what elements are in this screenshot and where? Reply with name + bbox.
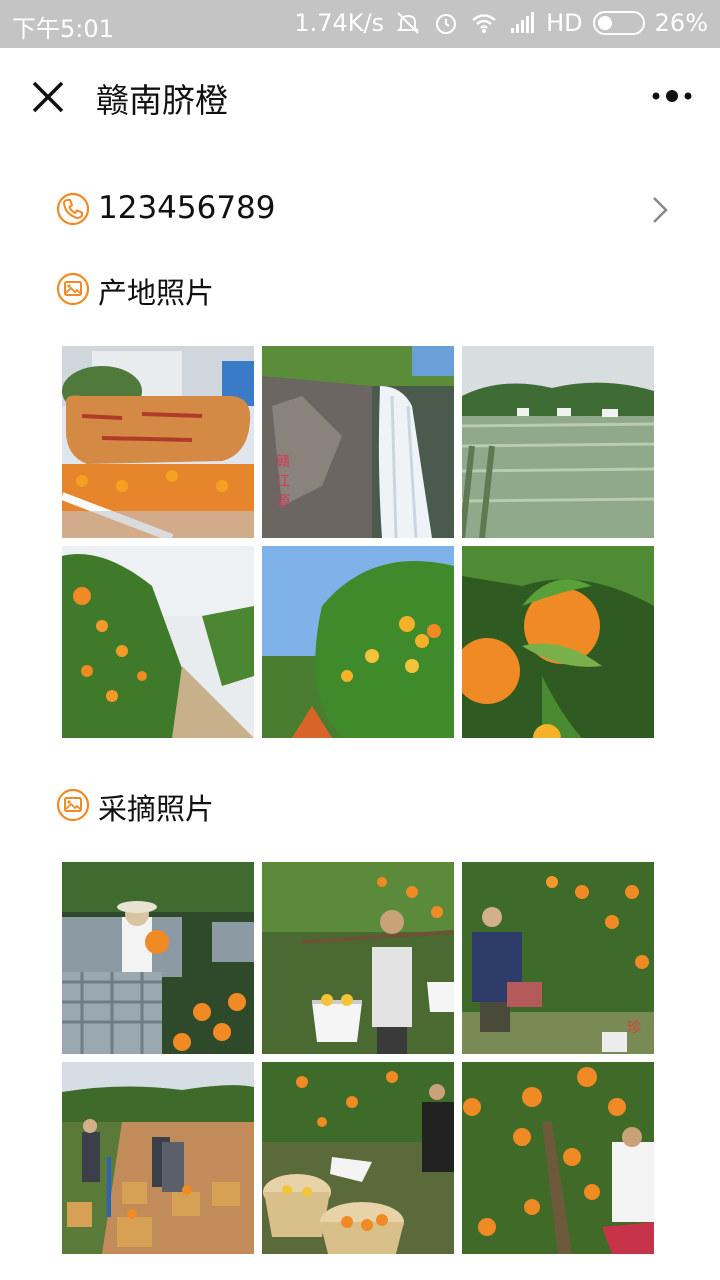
svg-text:赣: 赣 bbox=[276, 454, 290, 470]
photo-baskets-ground[interactable] bbox=[262, 1062, 454, 1254]
title-bar: 赣南脐橙 bbox=[0, 48, 720, 146]
phone-number: 123456789 bbox=[98, 190, 276, 226]
photo-crates-harvest[interactable] bbox=[62, 862, 254, 1054]
phone-icon bbox=[56, 192, 90, 226]
photo-carrying-baskets[interactable] bbox=[262, 862, 454, 1054]
page-title: 赣南脐橙 bbox=[96, 81, 228, 120]
section-origin-photos: 产地照片 bbox=[56, 264, 456, 314]
section-label: 采摘照片 bbox=[98, 792, 215, 826]
origin-photo-grid: 赣江源 bbox=[62, 346, 654, 738]
photo-rice-field[interactable] bbox=[462, 346, 654, 538]
svg-text:珍: 珍 bbox=[627, 1020, 641, 1036]
battery-percent: 26% bbox=[654, 9, 708, 37]
status-time: 下午5:01 bbox=[12, 15, 114, 43]
status-bar: 下午5:01 1.74K/s HD 26% bbox=[0, 0, 720, 48]
close-icon[interactable] bbox=[26, 75, 70, 119]
section-picking-photos: 采摘照片 bbox=[56, 780, 456, 830]
signal-icon bbox=[511, 12, 535, 33]
photo-farmer-orchard[interactable]: 珍 bbox=[462, 862, 654, 1054]
hd-label: HD bbox=[546, 9, 583, 37]
photo-picking-tree[interactable] bbox=[462, 1062, 654, 1254]
photo-orchard-row[interactable] bbox=[62, 546, 254, 738]
phone-row[interactable]: 123456789 bbox=[56, 184, 676, 234]
chevron-right-icon bbox=[653, 197, 668, 223]
photo-orange-closeup[interactable] bbox=[462, 546, 654, 738]
photo-monument-sign[interactable] bbox=[62, 346, 254, 538]
battery-icon bbox=[592, 11, 645, 35]
wifi-icon bbox=[472, 14, 496, 33]
section-label: 产地照片 bbox=[98, 276, 215, 310]
photo-orange-tree-sky[interactable] bbox=[262, 546, 454, 738]
more-dots-icon[interactable] bbox=[650, 78, 696, 114]
svg-text:源: 源 bbox=[276, 494, 290, 510]
alarm-icon bbox=[436, 14, 457, 34]
mute-icon bbox=[396, 12, 420, 34]
image-icon bbox=[56, 272, 90, 306]
network-speed: 1.74K/s bbox=[294, 9, 385, 37]
picking-photo-grid: 珍 bbox=[62, 862, 654, 1254]
photo-waterfall[interactable]: 赣江源 bbox=[262, 346, 454, 538]
image-icon bbox=[56, 788, 90, 822]
photo-field-baskets[interactable] bbox=[62, 1062, 254, 1254]
svg-text:江: 江 bbox=[276, 474, 290, 490]
status-right: 1.74K/s HD 26% bbox=[294, 9, 708, 37]
